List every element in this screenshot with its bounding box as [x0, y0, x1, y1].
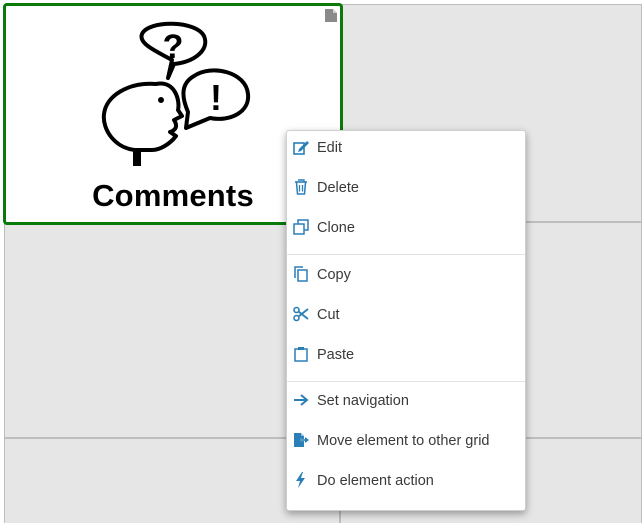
menu-item-label: Edit: [317, 140, 342, 156]
context-menu: Edit Delete Clone Copy Cut Paste Set nav…: [286, 130, 526, 511]
document-icon: [325, 9, 337, 22]
trash-icon: [295, 179, 307, 195]
menu-separator: [287, 254, 525, 255]
menu-item-label: Set navigation: [317, 393, 409, 409]
menu-item-label: Clone: [317, 220, 355, 236]
menu-item-label: Copy: [317, 267, 351, 283]
copy-icon: [294, 266, 308, 282]
menu-item-set-navigation[interactable]: Set navigation: [287, 384, 525, 424]
menu-item-move-element[interactable]: Move element to other grid: [287, 424, 525, 464]
menu-item-label: Paste: [317, 347, 355, 363]
speech-bubbles-question-exclamation-icon: ? !: [101, 21, 251, 166]
scissors-icon: [293, 306, 309, 322]
menu-item-label: Cut: [317, 307, 340, 323]
menu-item-clone[interactable]: Clone: [287, 211, 525, 251]
menu-item-label: Do element action: [317, 473, 434, 489]
menu-item-paste[interactable]: Paste: [287, 338, 525, 378]
menu-item-edit[interactable]: Edit: [287, 131, 525, 171]
file-export-icon: [294, 433, 309, 447]
svg-text:?: ?: [163, 28, 184, 66]
menu-separator: [287, 381, 525, 382]
clone-icon: [293, 219, 309, 235]
menu-item-do-action[interactable]: Do element action: [287, 464, 525, 504]
menu-item-delete[interactable]: Delete: [287, 171, 525, 211]
clipboard-icon: [294, 347, 308, 362]
menu-item-cut[interactable]: Cut: [287, 298, 525, 338]
menu-item-copy[interactable]: Copy: [287, 258, 525, 298]
arrow-right-icon: [294, 394, 309, 406]
svg-text:!: !: [210, 77, 222, 118]
bolt-icon: [296, 472, 305, 488]
menu-item-label: Delete: [317, 180, 359, 196]
menu-item-label: Move element to other grid: [317, 433, 490, 449]
edit-icon: [293, 141, 309, 155]
